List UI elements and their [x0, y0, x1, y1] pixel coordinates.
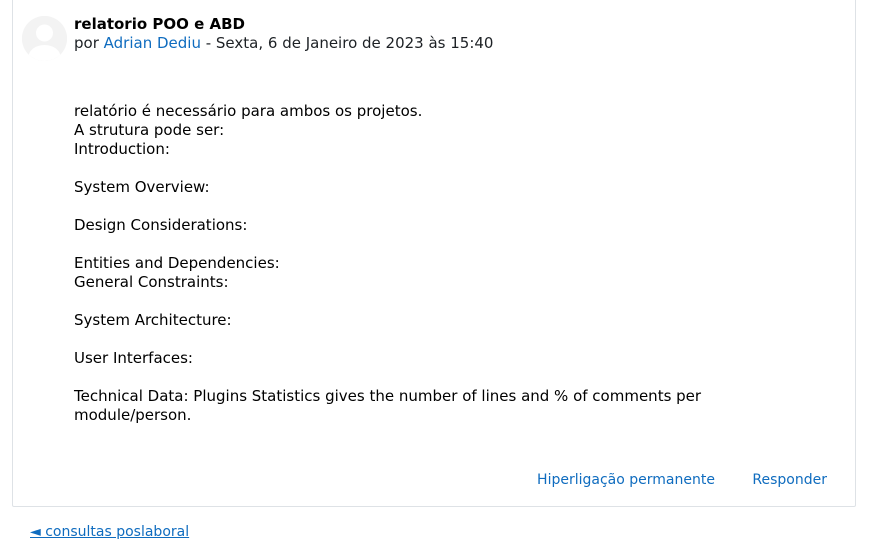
- content-line: Introduction:: [74, 140, 170, 158]
- post-byline: por Adrian Dediu - Sexta, 6 de Janeiro d…: [74, 34, 493, 52]
- content-line: A strutura pode ser:: [74, 121, 225, 139]
- post-content: relatório é necessário para ambos os pro…: [74, 102, 774, 425]
- content-line: [74, 368, 774, 387]
- date-separator: -: [200, 34, 216, 52]
- post-commands: Hiperligação permanente Responder: [504, 472, 827, 488]
- byline-prefix: por: [74, 34, 99, 52]
- post-date: Sexta, 6 de Janeiro de 2023 às 15:40: [215, 34, 494, 52]
- content-line: [74, 235, 774, 254]
- forum-post: relatorio POO e ABD por Adrian Dediu - S…: [12, 0, 856, 507]
- author-link[interactable]: Adrian Dediu: [104, 34, 201, 52]
- content-line: Design Considerations:: [74, 216, 248, 234]
- content-line: System Architecture:: [74, 311, 232, 329]
- avatar[interactable]: [22, 16, 67, 61]
- content-line: relatório é necessário para ambos os pro…: [74, 102, 423, 120]
- content-line: General Constraints:: [74, 273, 229, 291]
- content-line: [74, 197, 774, 216]
- reply-link[interactable]: Responder: [752, 472, 827, 488]
- content-line: System Overview:: [74, 178, 210, 196]
- permalink-link[interactable]: Hiperligação permanente: [537, 472, 715, 488]
- previous-discussion-link[interactable]: ◄ consultas poslaboral: [30, 524, 189, 540]
- content-line: Technical Data: Plugins Statistics gives…: [74, 387, 702, 424]
- content-line: [74, 292, 774, 311]
- user-silhouette-icon: [22, 16, 67, 61]
- content-line: [74, 330, 774, 349]
- content-line: [74, 159, 774, 178]
- content-line: User Interfaces:: [74, 349, 193, 367]
- post-subject: relatorio POO e ABD: [74, 15, 245, 33]
- content-line: Entities and Dependencies:: [74, 254, 280, 272]
